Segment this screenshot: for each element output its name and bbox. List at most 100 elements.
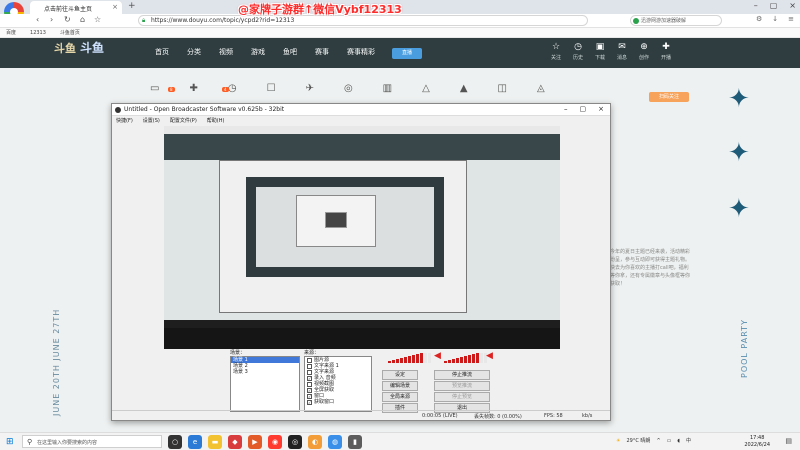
back-icon[interactable]: ‹: [36, 15, 39, 24]
source-item[interactable]: ✓ 获取窗口: [305, 399, 371, 405]
header-tool-follow[interactable]: ☆ 关注: [548, 40, 564, 61]
category-icon-9[interactable]: ▲: [460, 83, 468, 94]
category-icon-1[interactable]: ▭: [150, 83, 159, 94]
category-icon-row: ▭ ✚ ◷ ☐ ✈ ◎ ▥ △ ▲ ◫ ◬: [150, 83, 545, 94]
browser-tab[interactable]: 点击前往斗鱼主页 ×: [30, 1, 122, 14]
minimize-icon[interactable]: –: [564, 105, 568, 113]
checkbox-checked[interactable]: ✓: [307, 393, 312, 399]
right-tag[interactable]: 扫码关注: [649, 92, 689, 102]
app-icon[interactable]: ◆: [228, 435, 242, 449]
category-icon-11[interactable]: ◬: [537, 83, 545, 94]
menu-item-settings[interactable]: 设置(S): [143, 117, 160, 124]
app-icon[interactable]: ◉: [268, 435, 282, 449]
app-icon[interactable]: ◐: [308, 435, 322, 449]
browser-icon[interactable]: ◍: [328, 435, 342, 449]
site-logo-2[interactable]: 斗鱼: [80, 39, 104, 56]
stop-stream-button[interactable]: 停止推流: [434, 370, 490, 380]
obs-preview[interactable]: [164, 126, 560, 349]
minimize-icon[interactable]: –: [754, 1, 758, 10]
edit-scene-button[interactable]: 编辑场景: [382, 381, 418, 391]
notification-icon[interactable]: ▤: [785, 437, 792, 445]
browser-search-input[interactable]: 迅游网游加速器破解: [630, 15, 722, 26]
checkbox[interactable]: [307, 363, 312, 369]
nav-item-events[interactable]: 赛事: [315, 47, 329, 57]
task-view-icon[interactable]: ○: [168, 435, 182, 449]
header-tool-history[interactable]: ◷ 历史: [570, 40, 586, 61]
volume-icon[interactable]: ◖: [677, 438, 680, 444]
header-tool-create[interactable]: ⊕ 创作: [636, 40, 652, 61]
menu-icon[interactable]: ≡: [788, 15, 794, 23]
app-icon[interactable]: ▮: [348, 435, 362, 449]
scenes-list[interactable]: 场景 1 场景 2 场景 3: [230, 356, 300, 412]
windows-start-icon[interactable]: ⊞: [6, 437, 14, 447]
category-icon-3[interactable]: ◷: [228, 83, 237, 94]
checkbox[interactable]: [307, 357, 312, 363]
header-tool-download[interactable]: ▣ 下载: [592, 40, 608, 61]
preview-stream-button[interactable]: 预览推流: [434, 381, 490, 391]
nav-item-fishbar[interactable]: 鱼吧: [283, 47, 297, 57]
download-icon[interactable]: ↓: [772, 15, 778, 23]
ime-indicator[interactable]: 中: [686, 437, 691, 444]
bookmark-item[interactable]: 12313: [30, 30, 46, 36]
edge-icon[interactable]: e: [188, 435, 202, 449]
bookmark-item[interactable]: 百度: [6, 29, 16, 36]
nav-item-video[interactable]: 视频: [219, 47, 233, 57]
close-window-icon[interactable]: ×: [789, 1, 796, 10]
checkbox-checked[interactable]: ✓: [307, 399, 312, 405]
header-tool-start-live[interactable]: ✚ 开播: [658, 40, 674, 61]
nav-item-games[interactable]: 游戏: [251, 47, 265, 57]
nav-item-category[interactable]: 分类: [187, 47, 201, 57]
maximize-icon[interactable]: ▢: [580, 105, 587, 113]
forward-icon[interactable]: ›: [50, 15, 53, 24]
obs-title: Untitled - Open Broadcaster Software v0.…: [124, 106, 285, 113]
network-icon[interactable]: ▭: [667, 438, 672, 444]
chevron-up-icon[interactable]: ^: [656, 438, 660, 444]
bookmark-item[interactable]: 斗鱼首页: [60, 29, 80, 36]
bookmark-star-icon[interactable]: ☆: [94, 15, 101, 24]
speaker-icon[interactable]: ◀: [434, 351, 441, 361]
app-icon[interactable]: ▶: [248, 435, 262, 449]
category-icon-4[interactable]: ☐: [267, 83, 276, 94]
weather-text[interactable]: 29°C 晴朗: [626, 437, 650, 444]
maximize-icon[interactable]: ▢: [770, 1, 778, 10]
extensions-icon[interactable]: ⚙: [756, 15, 762, 23]
global-sources-button[interactable]: 全局来源: [382, 392, 418, 402]
scene-item[interactable]: 场景 3: [231, 369, 299, 375]
category-icon-2[interactable]: ✚: [189, 83, 197, 94]
site-header: 斗鱼 斗鱼 首页 分类 视频 游戏 鱼吧 赛事 赛事精彩 直播 ☆ 关注 ◷ 历史 …: [0, 38, 800, 68]
event-description: 今年的夏日主题已经来袭，活动精彩纷呈，参与互动即可获得主题礼物。快去为你喜欢的主…: [610, 249, 691, 287]
folder-icon[interactable]: ▬: [208, 435, 222, 449]
nav-item-highlights[interactable]: 赛事精彩: [347, 47, 375, 57]
checkbox-checked[interactable]: ✓: [307, 375, 312, 381]
checkbox[interactable]: [307, 369, 312, 375]
settings-button[interactable]: 设定: [382, 370, 418, 380]
header-tool-message[interactable]: ✉ 消息: [614, 40, 630, 61]
site-logo[interactable]: 斗鱼: [54, 40, 76, 56]
mic-icon[interactable]: ◀: [486, 351, 493, 361]
category-icon-7[interactable]: ▥: [383, 83, 392, 94]
close-icon[interactable]: ×: [112, 3, 118, 11]
live-button[interactable]: 直播: [392, 48, 422, 59]
mic-volume-meter[interactable]: [444, 353, 488, 363]
taskbar-search-input[interactable]: ⚲ 在这里输入你要搜索的内容: [22, 435, 162, 448]
menu-item-file[interactable]: 快捷(F): [116, 117, 133, 124]
sources-list[interactable]: 图片源 文字来源 1 文字来源 ✓ 录入 音频 视频截图 ✓ 全屏获取 ✓ 窗口 ✓ 获…: [304, 356, 372, 412]
category-icon-6[interactable]: ◎: [344, 83, 353, 94]
menu-item-help[interactable]: 帮助(H): [207, 117, 225, 124]
checkbox-checked[interactable]: ✓: [307, 387, 312, 393]
search-icon: ⚲: [27, 438, 33, 446]
category-icon-5[interactable]: ✈: [306, 83, 314, 94]
home-icon[interactable]: ⌂: [80, 15, 85, 24]
taskbar-clock[interactable]: 17:48 2022/6/24: [744, 435, 770, 449]
checkbox[interactable]: [307, 381, 312, 387]
stop-preview-button[interactable]: 停止预览: [434, 392, 490, 402]
reload-icon[interactable]: ↻: [64, 15, 71, 24]
desktop-volume-meter[interactable]: [388, 353, 432, 363]
category-icon-8[interactable]: △: [422, 83, 430, 94]
category-icon-10[interactable]: ◫: [498, 83, 507, 94]
obs-icon[interactable]: ◎: [288, 435, 302, 449]
new-tab-icon[interactable]: +: [128, 1, 136, 11]
menu-item-profile[interactable]: 配置文件(P): [170, 117, 197, 124]
nav-item-home[interactable]: 首页: [155, 47, 169, 57]
close-icon[interactable]: ×: [598, 105, 604, 113]
